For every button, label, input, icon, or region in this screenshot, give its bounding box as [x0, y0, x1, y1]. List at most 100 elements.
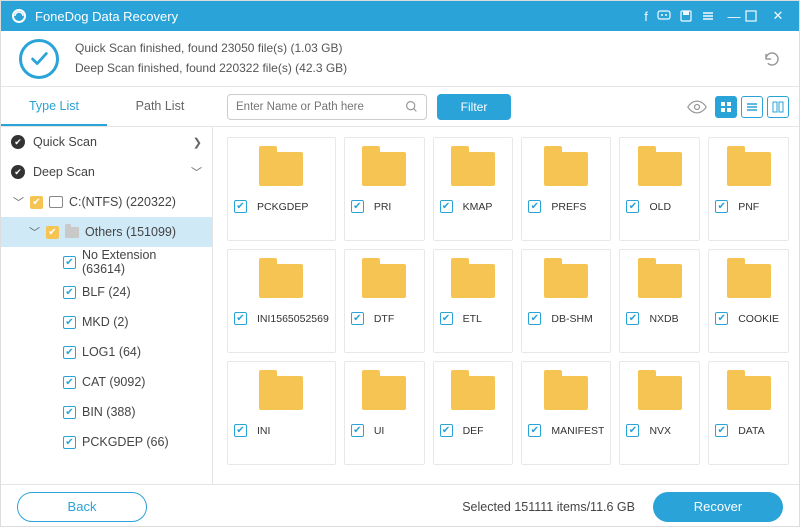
refresh-icon[interactable] — [763, 50, 781, 68]
checkbox[interactable]: ✔ — [351, 424, 364, 437]
folder-cell[interactable]: ✔ NXDB — [619, 249, 700, 353]
checkbox[interactable]: ✔ — [626, 200, 639, 213]
folder-label: NXDB — [649, 313, 693, 325]
sidebar-deep-scan[interactable]: ✔ Deep Scan ﹀ — [1, 157, 212, 187]
view-grid-button[interactable] — [715, 96, 737, 118]
search-input[interactable] — [236, 101, 405, 113]
checkbox-partial[interactable]: ✔ — [30, 196, 43, 209]
checkbox[interactable]: ✔ — [440, 424, 453, 437]
checkbox[interactable]: ✔ — [626, 312, 639, 325]
checkbox[interactable]: ✔ — [715, 312, 728, 325]
folder-cell[interactable]: ✔PCKGDEP — [227, 137, 336, 241]
folder-cell[interactable]: ✔KMAP — [433, 137, 514, 241]
disk-icon — [49, 196, 63, 208]
folder-cell[interactable]: ✔ PREFS — [521, 137, 611, 241]
sidebar-file-type[interactable]: ✔ LOG1 (64) — [1, 337, 212, 367]
folder-icon — [727, 264, 771, 298]
facebook-icon[interactable]: f — [635, 9, 657, 24]
checkbox[interactable]: ✔ — [234, 312, 247, 325]
chevron-down-icon: ﹀ — [29, 224, 40, 240]
sidebar-file-type[interactable]: ✔CAT (9092) — [1, 367, 212, 397]
folder-label: INI — [257, 425, 329, 437]
app-logo-icon — [11, 8, 27, 24]
checkbox[interactable]: ✔ — [351, 312, 364, 325]
chevron-down-icon: ﹀ — [191, 164, 202, 180]
checkbox[interactable]: ✔ — [63, 316, 76, 329]
sidebar-file-type[interactable]: ✔No Extension (63614) — [1, 247, 212, 277]
folder-icon — [451, 376, 495, 410]
checkbox[interactable]: ✔ — [234, 424, 247, 437]
folder-cell[interactable]: ✔DB-SHM — [521, 249, 611, 353]
recover-button[interactable]: Recover — [653, 492, 783, 522]
chevron-down-icon: ﹀ — [13, 194, 24, 210]
sidebar-item-label: C:(NTFS) (220322) — [69, 195, 176, 209]
feedback-icon[interactable] — [657, 9, 679, 23]
folder-icon — [544, 376, 588, 410]
checkbox[interactable]: ✔ — [351, 200, 364, 213]
save-icon[interactable] — [679, 9, 701, 23]
checkbox[interactable]: ✔ — [63, 436, 76, 449]
sidebar-file-type[interactable]: ✔PCKGDEP (66) — [1, 427, 212, 457]
folder-cell[interactable]: ✔DATA — [708, 361, 789, 465]
checkbox[interactable]: ✔ — [440, 200, 453, 213]
sidebar-item-label: Quick Scan — [33, 135, 97, 149]
checkbox[interactable]: ✔ — [715, 424, 728, 437]
preview-toggle-icon[interactable] — [687, 100, 707, 114]
checkbox[interactable]: ✔ — [63, 286, 76, 299]
tab-type-list[interactable]: Type List — [1, 87, 107, 126]
checkbox[interactable]: ✔ — [63, 376, 76, 389]
search-box[interactable] — [227, 94, 427, 120]
folder-cell[interactable]: ✔NVX — [619, 361, 700, 465]
folder-cell[interactable]: ✔DEF — [433, 361, 514, 465]
checkbox[interactable]: ✔ — [715, 200, 728, 213]
checkbox[interactable]: ✔ — [63, 346, 76, 359]
folder-label: PREFS — [551, 201, 604, 213]
content-grid: ✔PCKGDEP✔PRI✔KMAP✔PREFS✔OLD✔PNF✔INI15650… — [213, 127, 799, 484]
close-icon[interactable]: ✕ — [767, 8, 789, 24]
folder-label: ETL — [463, 313, 507, 325]
sidebar-file-type[interactable]: ✔BLF (24) — [1, 277, 212, 307]
checkbox[interactable]: ✔ — [63, 256, 76, 269]
tab-path-list[interactable]: Path List — [107, 87, 213, 126]
sidebar-file-type[interactable]: ✔MKD (2) — [1, 307, 212, 337]
menu-icon[interactable] — [701, 9, 723, 23]
toolbar: Type List Path List Filter — [1, 87, 799, 127]
sidebar-quick-scan[interactable]: ✔ Quick Scan ❯ — [1, 127, 212, 157]
sidebar-drive[interactable]: ﹀ ✔ C:(NTFS) (220322) — [1, 187, 212, 217]
folder-cell[interactable]: ✔ PRI — [344, 137, 425, 241]
sidebar-others[interactable]: ﹀ ✔ Others (151099) — [1, 217, 212, 247]
folder-cell[interactable]: ✔ MANIFEST — [521, 361, 611, 465]
folder-cell[interactable]: ✔ ETL — [433, 249, 514, 353]
folder-cell[interactable]: ✔ PNF — [708, 137, 789, 241]
sidebar: ✔ Quick Scan ❯ ✔ Deep Scan ﹀ ﹀ ✔ C:(NTFS… — [1, 127, 213, 484]
view-detail-button[interactable] — [767, 96, 789, 118]
folder-label: PNF — [738, 201, 782, 213]
folder-cell[interactable]: ✔UI — [344, 361, 425, 465]
folder-label: PRI — [374, 201, 418, 213]
back-button[interactable]: Back — [17, 492, 147, 522]
minimize-icon[interactable]: — — [723, 9, 745, 24]
checkbox[interactable]: ✔ — [234, 200, 247, 213]
view-list-button[interactable] — [741, 96, 763, 118]
maximize-icon[interactable] — [745, 10, 767, 22]
checkbox-partial[interactable]: ✔ — [46, 226, 59, 239]
search-icon[interactable] — [405, 100, 418, 113]
folder-cell[interactable]: ✔COOKIE — [708, 249, 789, 353]
checkbox[interactable]: ✔ — [626, 424, 639, 437]
folder-icon — [638, 152, 682, 186]
checkbox[interactable]: ✔ — [528, 312, 541, 325]
folder-cell[interactable]: ✔OLD — [619, 137, 700, 241]
checkbox[interactable]: ✔ — [528, 200, 541, 213]
sidebar-item-label: LOG1 (64) — [82, 345, 141, 359]
folder-label: MANIFEST — [551, 425, 604, 437]
footer: Back Selected 151111 items/11.6 GB Recov… — [1, 484, 799, 528]
sidebar-file-type[interactable]: ✔BIN (388) — [1, 397, 212, 427]
checkbox[interactable]: ✔ — [528, 424, 541, 437]
sidebar-item-label: Others (151099) — [85, 225, 176, 239]
folder-cell[interactable]: ✔INI1565052569 — [227, 249, 336, 353]
checkbox[interactable]: ✔ — [63, 406, 76, 419]
checkbox[interactable]: ✔ — [440, 312, 453, 325]
filter-button[interactable]: Filter — [437, 94, 511, 120]
folder-cell[interactable]: ✔ INI — [227, 361, 336, 465]
folder-cell[interactable]: ✔DTF — [344, 249, 425, 353]
